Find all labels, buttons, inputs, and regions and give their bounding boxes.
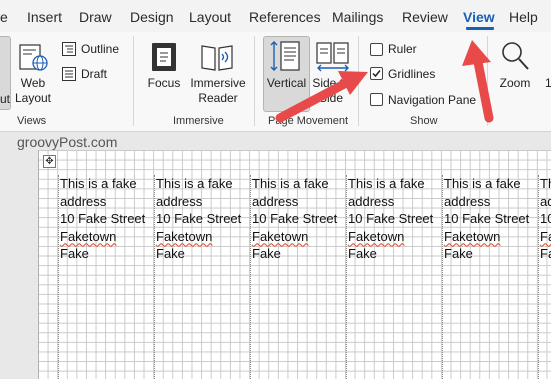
side-to-side-icon[interactable] (315, 42, 351, 77)
draft-icon[interactable] (62, 67, 76, 86)
label-line: This is a fake (444, 176, 521, 191)
label-line: Faketown (252, 228, 309, 244)
magnifier-icon[interactable] (500, 40, 530, 77)
cell-boundary (346, 175, 347, 379)
label-line: 10 Fake Street (252, 211, 338, 226)
tab-layout[interactable]: Layout (189, 9, 231, 25)
tab-references[interactable]: References (249, 9, 321, 25)
label-line: address (252, 193, 299, 209)
vertical-scroll-icon (270, 40, 302, 77)
web-layout-icon[interactable] (19, 44, 49, 77)
label-cell[interactable]: This is a fake address 10 Fake Street Fa… (58, 175, 155, 265)
print-layout-label: ut (0, 92, 10, 106)
label-line: Fake (252, 246, 281, 261)
label-cell[interactable]: This is a fake address 10 Fake Street Fa… (250, 175, 347, 265)
label-line: 10 Fake Street (348, 211, 434, 226)
label-line: 10 Fake Street (444, 211, 530, 226)
label-line: Th (540, 176, 551, 191)
label-line: Faketown (444, 228, 501, 244)
ribbon-separator (358, 36, 359, 126)
gridlines-checkbox[interactable] (370, 67, 383, 80)
label-line: This is a fake (252, 176, 329, 191)
label-line: 10 (540, 211, 551, 226)
menu-bar: e Insert Draw Design Layout References M… (0, 0, 551, 32)
label-line: address (348, 193, 395, 209)
show-group-label: Show (410, 115, 438, 127)
label-line: Fake (60, 246, 89, 261)
focus-label[interactable]: Focus (146, 76, 182, 91)
tab-mailings[interactable]: Mailings (332, 9, 383, 25)
label-cell[interactable]: This is a fake address 10 Fake Street Fa… (346, 175, 443, 265)
label-line: Fake (156, 246, 185, 261)
draft-label[interactable]: Draft (81, 67, 107, 81)
label-line: Faketown (348, 228, 405, 244)
label-line: Fake (444, 246, 473, 261)
label-cell[interactable]: Th ad 10 Fa Fa (538, 175, 551, 265)
cell-boundary (538, 175, 539, 379)
label-line: Fa (540, 228, 551, 244)
page-movement-group-label: Page Movement (268, 115, 349, 127)
side-to-side-label[interactable]: Side to Side (310, 76, 352, 106)
label-line: address (444, 193, 491, 209)
cell-boundary (250, 175, 251, 379)
label-line: Fake (348, 246, 377, 261)
label-line: address (60, 193, 107, 209)
label-line: address (156, 193, 203, 209)
page-edge (38, 150, 39, 379)
focus-icon[interactable] (151, 42, 177, 77)
outline-icon[interactable] (62, 42, 76, 61)
tab-view[interactable]: View (463, 9, 495, 25)
cell-boundary (58, 175, 59, 379)
cell-boundary (154, 175, 155, 379)
label-line: ad (540, 193, 551, 209)
label-line: This is a fake (60, 176, 137, 191)
vertical-label: Vertical (266, 76, 307, 90)
immersive-reader-icon[interactable] (200, 42, 234, 77)
zoom-100-partial-label[interactable]: 1 (545, 76, 551, 91)
label-line: 10 Fake Street (156, 211, 242, 226)
web-layout-label[interactable]: Web Layout (14, 76, 52, 106)
label-cell[interactable]: This is a fake address 10 Fake Street Fa… (442, 175, 539, 265)
tab-help[interactable]: Help (509, 9, 538, 25)
views-group-label: Views (17, 115, 47, 127)
ruler-checkbox[interactable] (370, 43, 383, 56)
tab-design[interactable]: Design (130, 9, 174, 25)
ribbon-separator (254, 36, 255, 126)
label-line: Faketown (156, 228, 213, 244)
immersive-group-label: Immersive (173, 115, 224, 127)
tab-review[interactable]: Review (402, 9, 448, 25)
tab-draw[interactable]: Draw (79, 9, 112, 25)
navigation-pane-checkbox[interactable] (370, 93, 383, 106)
watermark: groovyPost.com (17, 134, 118, 150)
immersive-reader-label[interactable]: Immersive Reader (188, 76, 248, 106)
label-line: Faketown (60, 228, 117, 244)
gridlines-label[interactable]: Gridlines (388, 67, 435, 81)
ribbon-separator (133, 36, 134, 126)
tab-home-partial[interactable]: e (0, 9, 8, 25)
label-line: This is a fake (156, 176, 233, 191)
tab-insert[interactable]: Insert (27, 9, 62, 25)
label-cell[interactable]: This is a fake address 10 Fake Street Fa… (154, 175, 251, 265)
ribbon-separator (487, 36, 488, 126)
label-line: Fa (540, 246, 551, 261)
zoom-label[interactable]: Zoom (497, 76, 533, 91)
cell-boundary (442, 175, 443, 379)
ruler-label[interactable]: Ruler (388, 42, 417, 56)
label-line: 10 Fake Street (60, 211, 146, 226)
navigation-pane-label[interactable]: Navigation Pane (388, 93, 476, 107)
checkmark-icon (372, 70, 381, 78)
outline-label[interactable]: Outline (81, 42, 119, 56)
label-line: This is a fake (348, 176, 425, 191)
active-tab-indicator (466, 27, 494, 30)
table-move-handle-icon[interactable]: ✥ (43, 155, 56, 168)
ribbon: ut Web Layout Outline Draft Views Focus … (0, 32, 551, 132)
